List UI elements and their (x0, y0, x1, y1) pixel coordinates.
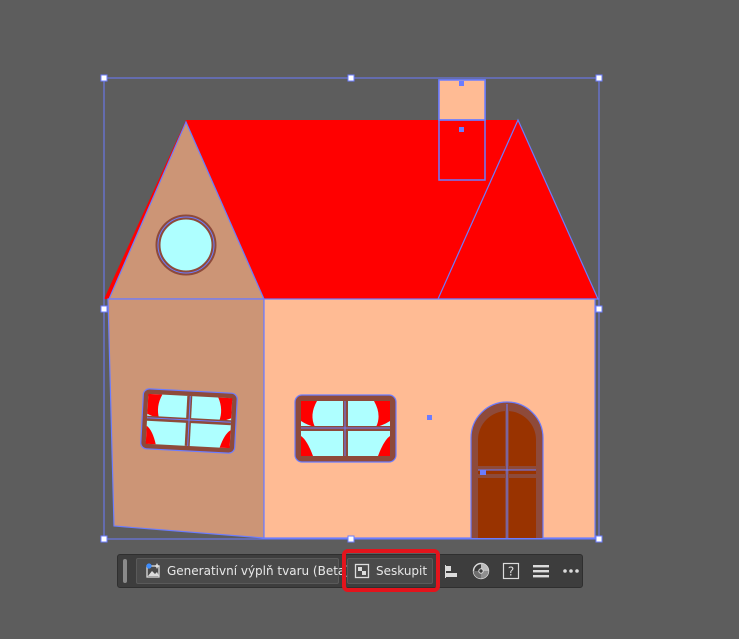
properties-button[interactable] (530, 560, 552, 582)
handle-bottom-center (347, 535, 355, 543)
help-icon: ? (503, 562, 520, 580)
recolor-icon (473, 562, 490, 580)
handle-middle-right (595, 305, 603, 313)
handle-top-right (595, 74, 603, 82)
drag-handle[interactable] (123, 559, 127, 583)
properties-menu-icon (533, 565, 550, 578)
round-window[interactable] (155, 214, 217, 276)
anchor-point (459, 81, 464, 86)
align-button[interactable] (441, 560, 463, 582)
generative-fill-icon (146, 563, 160, 578)
front-window[interactable] (294, 394, 397, 463)
align-icon (444, 565, 457, 578)
handle-middle-left (100, 305, 108, 313)
anchor-point (459, 127, 464, 132)
generative-shape-fill-button[interactable]: Generativní výplň tvaru (Beta) (135, 558, 350, 584)
handle-bottom-right (595, 535, 603, 543)
help-button[interactable]: ? (500, 560, 522, 582)
side-window[interactable] (140, 388, 238, 454)
generative-fill-label: Generativní výplň tvaru (Beta) (166, 564, 350, 578)
recolor-button[interactable] (470, 560, 492, 582)
handle-top-center (347, 74, 355, 82)
highlight-annotation (342, 549, 440, 592)
artboard-canvas[interactable] (0, 0, 739, 639)
door[interactable] (470, 401, 544, 538)
center-point (427, 415, 432, 420)
svg-text:?: ? (508, 565, 514, 579)
handle-top-left (100, 74, 108, 82)
handle-bottom-left (100, 535, 108, 543)
more-options-button[interactable] (560, 560, 582, 582)
more-options-icon (563, 569, 579, 573)
